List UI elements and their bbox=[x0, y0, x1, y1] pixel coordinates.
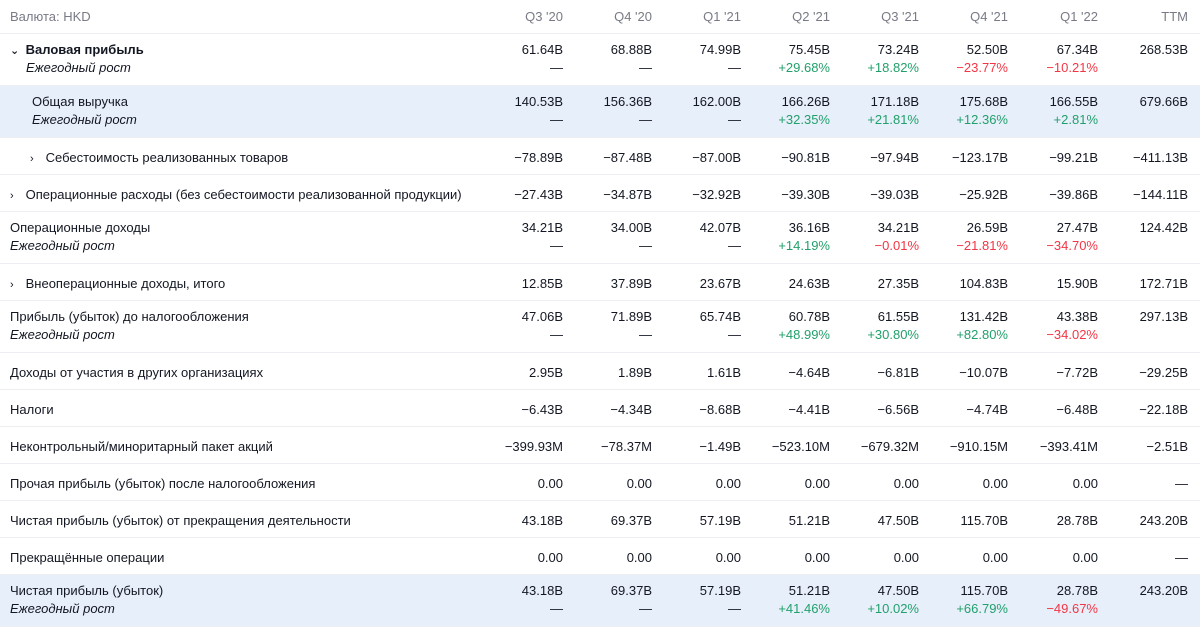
income-statement-table: Валюта: HKD Q3 '20 Q4 '20 Q1 '21 Q2 '21 … bbox=[0, 0, 1200, 627]
value-cell: 172.71B bbox=[1139, 276, 1188, 291]
table-row: Чистая прибыль (убыток) от прекращения д… bbox=[0, 501, 1200, 538]
row-label-text: Чистая прибыль (убыток) от прекращения д… bbox=[10, 513, 351, 528]
row-label[interactable]: › Себестоимость реализованных товаров bbox=[10, 150, 288, 165]
growth-cell: −49.67% bbox=[1046, 601, 1098, 616]
row-label-text: Операционные доходы bbox=[10, 220, 151, 235]
row-label-text: Валовая прибыль bbox=[25, 42, 144, 57]
row-label: Неконтрольный/миноритарный пакет акций bbox=[10, 439, 273, 454]
row-label-text: Чистая прибыль (убыток) bbox=[10, 583, 164, 598]
chevron-right-icon[interactable]: › bbox=[10, 190, 22, 202]
table-header: Валюта: HKD Q3 '20 Q4 '20 Q1 '21 Q2 '21 … bbox=[0, 0, 1200, 34]
row-label: Доходы от участия в других организациях bbox=[10, 365, 263, 380]
chevron-down-icon[interactable]: ⌄ bbox=[10, 44, 22, 57]
row-label-text: Прекращённые операции bbox=[10, 550, 165, 565]
chevron-right-icon[interactable]: › bbox=[30, 153, 42, 165]
growth-label: Ежегодный рост bbox=[10, 601, 115, 616]
period-header: TTM bbox=[1161, 9, 1188, 24]
row-label: Операционные доходы bbox=[10, 220, 150, 235]
row-label-text: Доходы от участия в других организациях bbox=[10, 365, 264, 380]
chevron-right-icon[interactable]: › bbox=[10, 279, 22, 291]
row-label-text: Внеоперационные доходы, итого bbox=[25, 276, 226, 291]
table-row: Чистая прибыль (убыток) Ежегодный рост 43.… bbox=[0, 575, 1200, 627]
growth-label: Ежегодный рост bbox=[10, 327, 115, 342]
row-label: Налоги bbox=[10, 402, 54, 417]
row-label-text: Операционные расходы (без себестоимости … bbox=[25, 187, 462, 202]
row-label: Общая выручка bbox=[10, 94, 128, 109]
row-label: Прибыль (убыток) до налогообложения bbox=[10, 309, 249, 324]
row-label: Прекращённые операции bbox=[10, 550, 164, 565]
table-row[interactable]: ⌄ Валовая прибыль Ежегодный рост 61.64B 68.… bbox=[0, 34, 1200, 86]
row-label: Чистая прибыль (убыток) от прекращения д… bbox=[10, 513, 351, 528]
value-cell: 243.20B bbox=[1139, 583, 1188, 598]
value-cell: 124.42B bbox=[1139, 220, 1188, 235]
value-cell: −144.11B bbox=[1132, 187, 1188, 202]
table-row: Прибыль (убыток) до налогообложения Ежего… bbox=[0, 301, 1200, 353]
row-label-text: Налоги bbox=[10, 402, 54, 417]
value-cell: — bbox=[1175, 550, 1188, 565]
currency-label: Валюта: HKD bbox=[10, 9, 91, 24]
row-label[interactable]: › Внеоперационные доходы, итого bbox=[10, 276, 225, 291]
table-row: Общая выручка Ежегодный рост 140.53B 156.36… bbox=[0, 86, 1200, 138]
row-label-text: Прочая прибыль (убыток) после налогообло… bbox=[10, 476, 316, 491]
table-row[interactable]: › Операционные расходы (без себестоимост… bbox=[0, 175, 1200, 212]
value-cell: 268.53B bbox=[1139, 42, 1188, 57]
row-label[interactable]: ⌄ Валовая прибыль bbox=[10, 42, 144, 57]
growth-cell: +2.81% bbox=[1053, 112, 1098, 127]
table-row: Операционные доходы Ежегодный рост 34.21B 3… bbox=[0, 212, 1200, 264]
growth-label: Ежегодный рост bbox=[32, 112, 137, 127]
row-label-text: Себестоимость реализованных товаров bbox=[45, 150, 289, 165]
growth-label: Ежегодный рост bbox=[26, 60, 131, 75]
value-cell: −411.13B bbox=[1132, 150, 1188, 165]
table-row[interactable]: › Внеоперационные доходы, итого 12.85B 37.… bbox=[0, 264, 1200, 301]
value-cell: — bbox=[1175, 476, 1188, 491]
value-cell: 243.20B bbox=[1139, 513, 1188, 528]
value-cell: −2.51B bbox=[1146, 439, 1188, 454]
growth-cell: −34.02% bbox=[1046, 327, 1098, 342]
row-label: Прочая прибыль (убыток) после налогообло… bbox=[10, 476, 315, 491]
growth-cell: −34.70% bbox=[1046, 238, 1098, 253]
growth-label: Ежегодный рост bbox=[10, 238, 115, 253]
value-cell: 297.13B bbox=[1139, 309, 1188, 324]
row-label: Чистая прибыль (убыток) bbox=[10, 583, 163, 598]
table-row: Налоги −6.43B −4.34B −8.68B −4.41B −6.56B −4.7… bbox=[0, 390, 1200, 427]
value-cell: 679.66B bbox=[1139, 94, 1188, 109]
row-label-text: Общая выручка bbox=[32, 94, 128, 109]
value-cell: −29.25B bbox=[1139, 365, 1188, 380]
value-cell: −22.18B bbox=[1139, 402, 1188, 417]
table-row: Доходы от участия в других организациях 2… bbox=[0, 353, 1200, 390]
row-label[interactable]: › Операционные расходы (без себестоимост… bbox=[10, 187, 462, 202]
table-row[interactable]: › Себестоимость реализованных товаров −78… bbox=[0, 138, 1200, 175]
row-label-text: Неконтрольный/миноритарный пакет акций bbox=[10, 439, 273, 454]
growth-cell: −10.21% bbox=[1046, 60, 1098, 75]
table-row: Неконтрольный/миноритарный пакет акций −3… bbox=[0, 427, 1200, 464]
row-label-text: Прибыль (убыток) до налогообложения bbox=[10, 309, 249, 324]
table-row: Прочая прибыль (убыток) после налогообло… bbox=[0, 464, 1200, 501]
table-row: Прекращённые операции 0.00 0.00 0.00 0.00 0.0… bbox=[0, 538, 1200, 575]
